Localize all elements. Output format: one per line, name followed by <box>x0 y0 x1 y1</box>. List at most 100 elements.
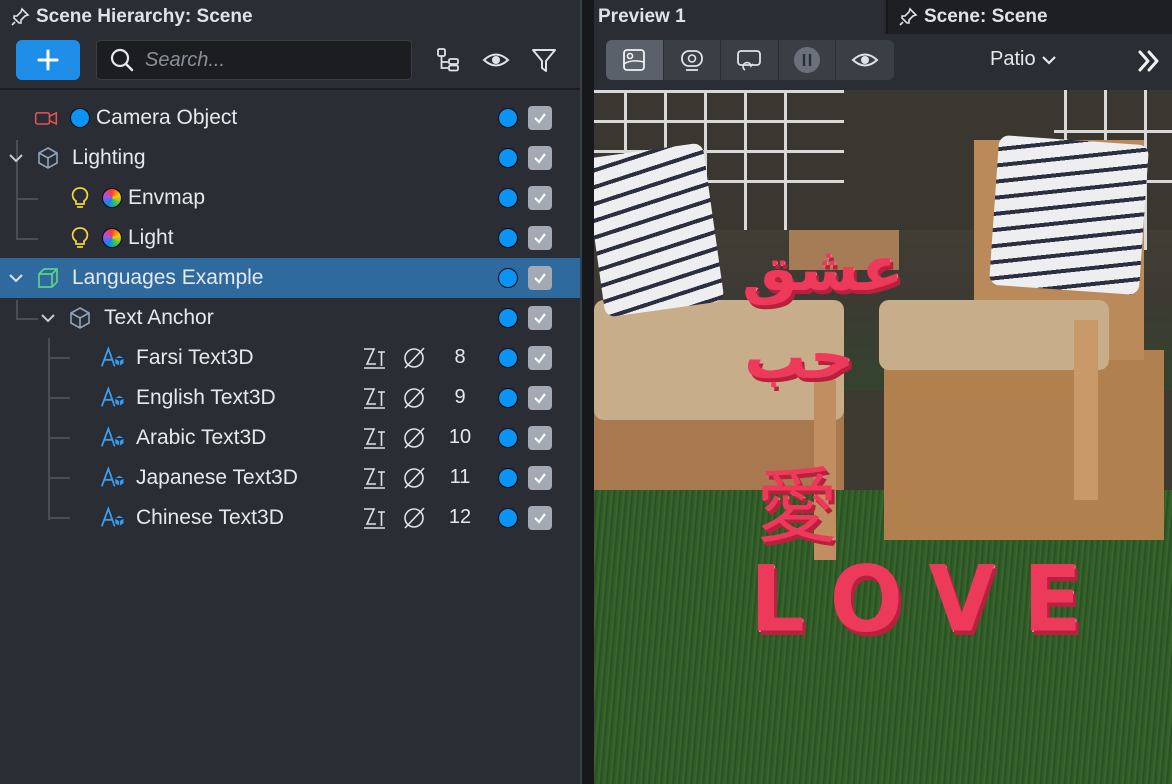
scene-hierarchy-panel: Scene Hierarchy: Scene Search... Camera … <box>0 0 580 784</box>
tree-guide <box>48 437 70 439</box>
list-item-light[interactable]: Light <box>0 218 580 258</box>
panel-splitter[interactable] <box>580 0 594 784</box>
list-item-envmap[interactable]: Envmap <box>0 178 580 218</box>
tree-guide <box>48 357 70 359</box>
list-item-farsi-text3d[interactable]: Farsi Text3D 8 <box>0 338 580 378</box>
pin-icon[interactable] <box>898 7 918 27</box>
layer-icon[interactable] <box>362 506 386 530</box>
preview-viewport[interactable]: عشق حب 愛 LOVE <box>594 90 1172 784</box>
visibility-dot[interactable] <box>498 508 518 528</box>
preview-pause-button[interactable] <box>778 40 837 80</box>
visibility-dot[interactable] <box>498 108 518 128</box>
preview-panel: Preview 1 Scene: Scene Patio عشق حب 愛 LO… <box>594 0 1172 784</box>
enabled-checkbox[interactable] <box>528 346 552 370</box>
fence-wire <box>594 90 844 93</box>
item-label: Arabic Text3D <box>136 426 267 449</box>
layer-number: 11 <box>449 466 471 488</box>
preview-camera-button[interactable] <box>663 40 722 80</box>
layer-icon[interactable] <box>362 426 386 450</box>
farsi-text3d[interactable]: عشق <box>742 232 903 305</box>
tree-guide <box>48 477 70 479</box>
english-text3d[interactable]: LOVE <box>750 547 1110 653</box>
enabled-checkbox[interactable] <box>528 186 552 210</box>
eye-icon[interactable] <box>482 46 510 74</box>
list-item-camera-object[interactable]: Camera Object <box>0 98 580 138</box>
layer-number: 9 <box>454 386 466 408</box>
enabled-checkbox[interactable] <box>528 386 552 410</box>
tab-scene[interactable]: Scene: Scene <box>886 0 1172 34</box>
visibility-dot[interactable] <box>498 468 518 488</box>
fence-wire <box>1054 130 1172 133</box>
filter-icon[interactable] <box>530 46 558 74</box>
no-camera-icon[interactable] <box>402 426 426 450</box>
layer-icon[interactable] <box>362 386 386 410</box>
panel-header: Scene Hierarchy: Scene <box>10 0 253 34</box>
visibility-dot[interactable] <box>498 428 518 448</box>
item-label: Farsi Text3D <box>136 346 254 369</box>
search-placeholder: Search... <box>145 48 226 71</box>
visibility-dot[interactable] <box>498 188 518 208</box>
enabled-checkbox[interactable] <box>528 426 552 450</box>
color-wheel-icon <box>102 188 122 208</box>
no-camera-icon[interactable] <box>402 466 426 490</box>
tab-preview[interactable]: Preview 1 <box>594 0 884 34</box>
list-item-chinese-text3d[interactable]: Chinese Text3D 12 <box>0 498 580 538</box>
japanese-text3d[interactable]: 愛 <box>756 440 838 559</box>
visibility-dot[interactable] <box>498 388 518 408</box>
enabled-checkbox[interactable] <box>528 306 552 330</box>
layer-icon[interactable] <box>362 466 386 490</box>
pin-icon[interactable] <box>10 7 30 27</box>
enabled-checkbox[interactable] <box>528 506 552 530</box>
environment-dropdown[interactable]: Patio <box>990 48 1058 71</box>
preview-mode-group <box>606 40 894 80</box>
chevron-down-icon[interactable] <box>40 310 56 326</box>
list-item-arabic-text3d[interactable]: Arabic Text3D 10 <box>0 418 580 458</box>
environment-label: Patio <box>990 48 1036 70</box>
fence-wire <box>744 90 747 230</box>
layer-number: 10 <box>448 426 472 448</box>
item-label: English Text3D <box>136 386 276 409</box>
image-icon <box>623 49 646 71</box>
list-item-lighting[interactable]: Lighting <box>0 138 580 178</box>
no-camera-icon[interactable] <box>402 386 426 410</box>
chevron-down-icon[interactable] <box>8 150 24 166</box>
visibility-dot[interactable] <box>498 268 518 288</box>
enabled-checkbox[interactable] <box>528 226 552 250</box>
fence-wire <box>594 120 844 123</box>
visibility-dot[interactable] <box>498 148 518 168</box>
list-item-text-anchor[interactable]: Text Anchor <box>0 298 580 338</box>
visibility-dot[interactable] <box>498 348 518 368</box>
preview-reload-button[interactable] <box>721 40 779 80</box>
cube-outline-icon <box>70 307 90 329</box>
preview-image-button[interactable] <box>606 40 664 80</box>
enabled-checkbox[interactable] <box>528 106 552 130</box>
tree-guide <box>48 397 70 399</box>
list-item-languages-example[interactable]: Languages Example <box>0 258 580 298</box>
light-bulb-icon <box>71 227 89 248</box>
webcam-icon <box>680 50 703 71</box>
item-label: Envmap <box>128 186 206 209</box>
enabled-checkbox[interactable] <box>528 266 552 290</box>
visibility-dot[interactable] <box>498 308 518 328</box>
layer-icon[interactable] <box>362 346 386 370</box>
list-item-japanese-text3d[interactable]: Japanese Text3D 11 <box>0 458 580 498</box>
add-object-button[interactable] <box>16 40 80 80</box>
chevron-down-icon[interactable] <box>8 270 24 286</box>
chevron-down-icon <box>1041 55 1056 65</box>
hierarchy-view-icon[interactable] <box>434 46 462 74</box>
visibility-dot[interactable] <box>498 228 518 248</box>
no-camera-icon[interactable] <box>402 346 426 370</box>
tab-label: Preview 1 <box>598 6 686 27</box>
eye-icon <box>851 53 879 67</box>
cube-outline-icon <box>38 147 58 169</box>
list-item-english-text3d[interactable]: English Text3D 9 <box>0 378 580 418</box>
arabic-text3d[interactable]: حب <box>744 320 854 393</box>
enabled-checkbox[interactable] <box>528 466 552 490</box>
panel-title: Scene Hierarchy: Scene <box>36 6 253 27</box>
enabled-checkbox[interactable] <box>528 146 552 170</box>
no-camera-icon[interactable] <box>402 506 426 530</box>
double-chevron-right-icon[interactable] <box>1136 48 1162 74</box>
search-input[interactable]: Search... <box>96 40 412 80</box>
refresh-screen-icon <box>737 50 762 71</box>
preview-visibility-button[interactable] <box>836 40 894 80</box>
